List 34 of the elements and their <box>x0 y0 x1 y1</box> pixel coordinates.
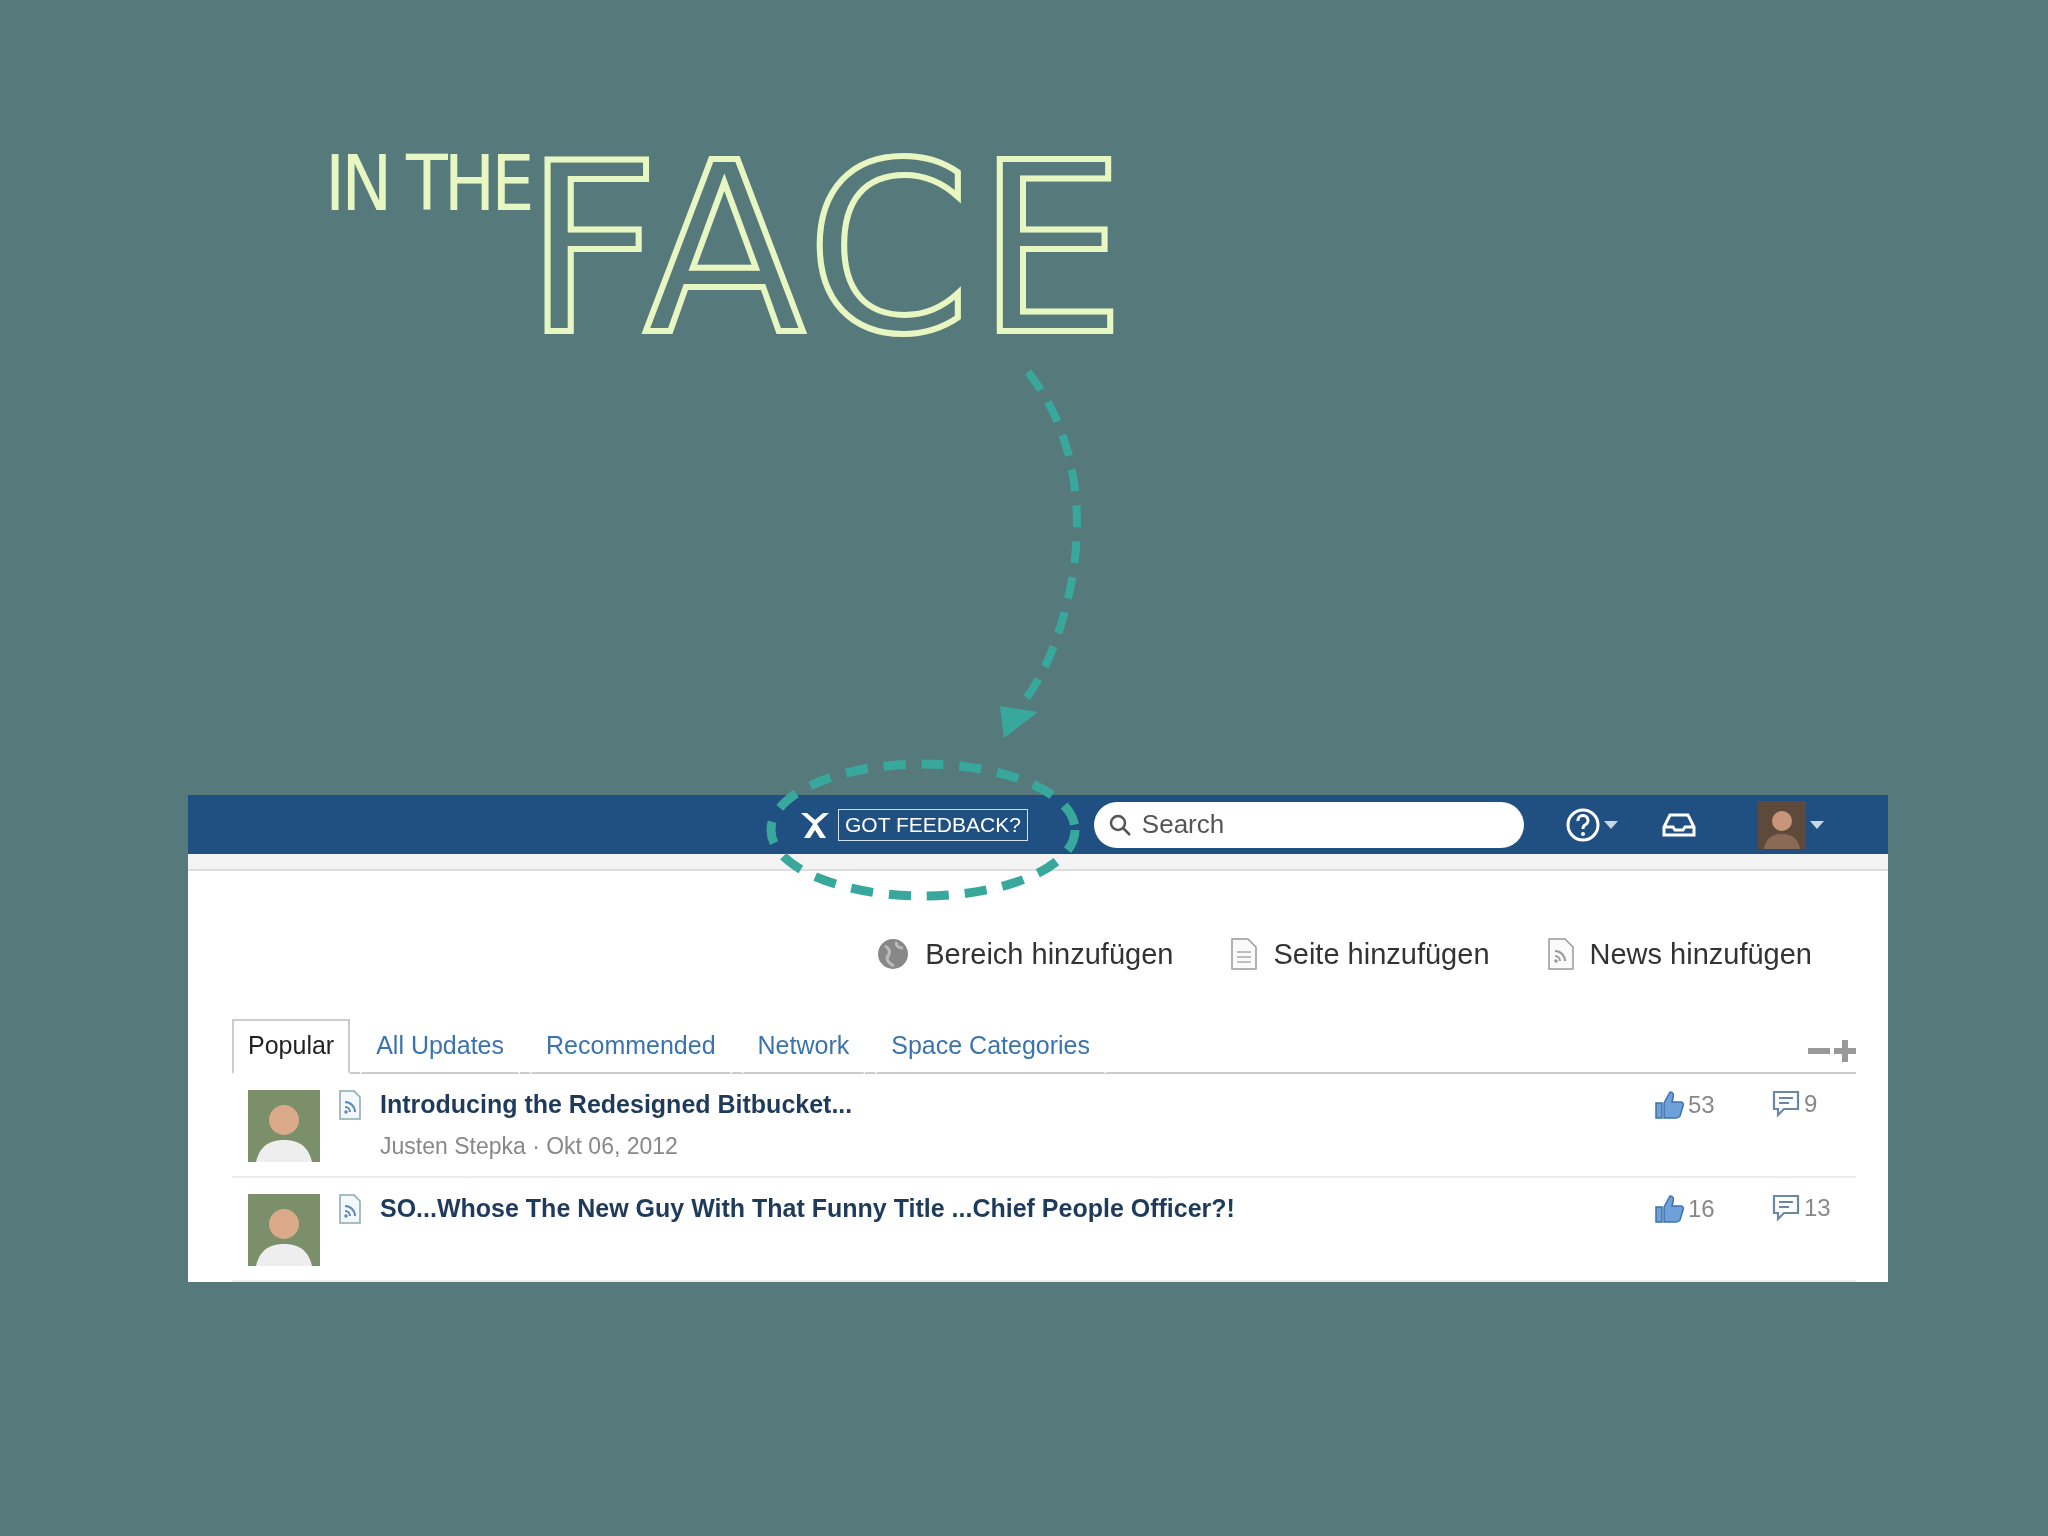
feedback-button[interactable]: GOT FEEDBACK? <box>838 808 1028 841</box>
add-link[interactable]: News hinzufügen <box>1547 931 1812 977</box>
comment-count: 13 <box>1804 1194 1831 1222</box>
post-title[interactable]: SO...Whose The New Guy With That Funny Title ...Chief People Officer?! <box>380 1194 1636 1223</box>
plus-icon[interactable] <box>1834 1040 1856 1062</box>
add-link[interactable]: Bereich hinzufügen <box>877 931 1174 977</box>
avatar <box>1757 800 1806 849</box>
post-meta: Justen Stepka · Okt 06, 2012 <box>380 1133 679 1160</box>
search-icon <box>1107 812 1132 837</box>
like-count: 16 <box>1688 1195 1715 1223</box>
tray-icon <box>1661 811 1696 838</box>
feed-icon <box>1547 938 1574 971</box>
tab[interactable]: Popular <box>232 1019 351 1074</box>
inbox-button[interactable] <box>1661 811 1696 838</box>
add-link[interactable]: Seite hinzufügen <box>1231 931 1490 977</box>
comment-count: 9 <box>1804 1090 1818 1118</box>
thumbs-up-icon[interactable] <box>1654 1090 1684 1120</box>
feed-icon <box>338 1090 362 1120</box>
thumbs-up-icon[interactable] <box>1654 1194 1684 1224</box>
search-field[interactable]: Search <box>1093 801 1524 848</box>
help-icon <box>1565 807 1600 842</box>
page-icon <box>1231 938 1258 971</box>
globe-icon <box>877 938 910 971</box>
caret-icon <box>1603 820 1618 829</box>
comment-icon[interactable] <box>1772 1194 1800 1222</box>
user-menu-button[interactable] <box>1757 800 1824 849</box>
help-button[interactable] <box>1565 807 1618 842</box>
post-title[interactable]: Introducing the Redesigned Bitbucket... <box>380 1090 1636 1119</box>
caret-icon <box>1809 820 1824 829</box>
avatar <box>248 1194 320 1266</box>
comment-icon[interactable] <box>1772 1090 1800 1118</box>
like-count: 53 <box>1688 1091 1715 1119</box>
avatar <box>248 1090 320 1162</box>
feed-icon <box>338 1194 362 1224</box>
